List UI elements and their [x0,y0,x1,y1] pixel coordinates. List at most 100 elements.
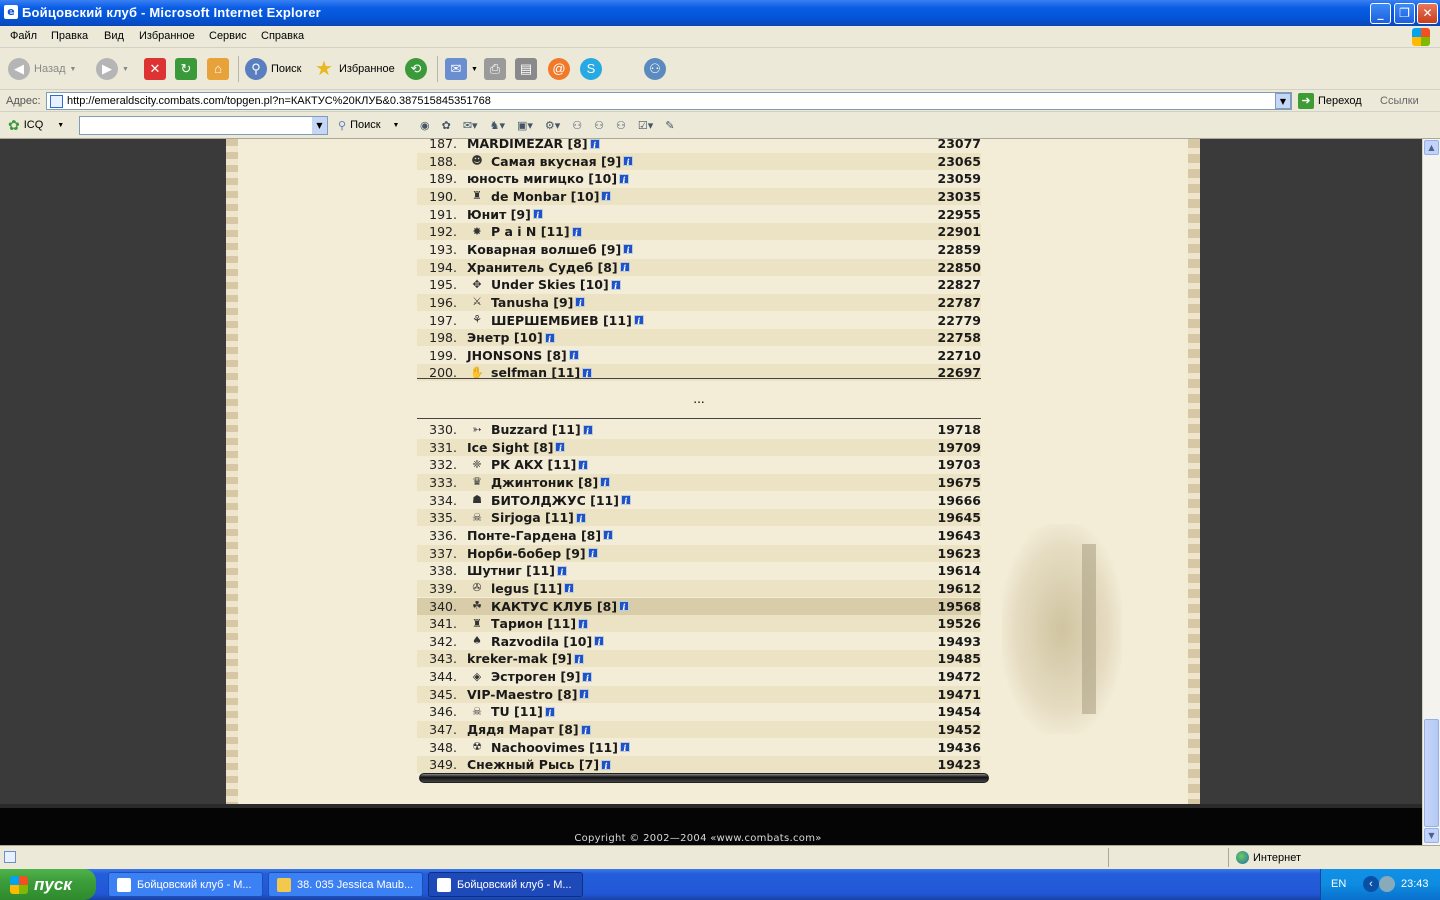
clan-name[interactable]: PK AKX [11] [491,457,576,472]
info-icon[interactable]: i [619,173,630,185]
info-icon[interactable]: i [623,244,634,255]
clan-name[interactable]: Энетр [10] [467,330,543,345]
info-icon[interactable]: i [600,477,611,488]
icq-button[interactable]: ✿ ICQ ▼ [8,116,64,134]
print-button[interactable]: ⎙ [484,56,506,82]
home-button[interactable]: ⌂ [207,56,229,82]
info-icon[interactable]: i [568,350,579,361]
icq-search-button[interactable]: ⚲ Поиск ▼ [338,116,399,134]
info-icon[interactable]: i [619,262,630,273]
clan-name[interactable]: TU [11] [491,704,543,719]
user-add-icon[interactable]: ⚇ [572,119,582,132]
tools-icon[interactable]: ⚙▾ [545,119,560,132]
info-icon[interactable]: i [619,742,630,753]
stop-button[interactable]: ✕ [144,56,166,82]
info-icon[interactable]: i [544,706,555,718]
clan-name[interactable]: Under Skies [10] [491,277,609,292]
maximize-button[interactable]: ❐ [1394,3,1415,24]
clan-name[interactable]: Понте-Гардена [8] [467,528,601,543]
info-icon[interactable]: i [623,156,634,167]
messenger-button[interactable]: @ [548,56,570,82]
info-icon[interactable]: i [620,495,631,506]
clan-name[interactable]: P a i N [11] [491,224,570,239]
clan-name[interactable]: БИТОЛДЖУС [11] [491,493,619,508]
vertical-scrollbar[interactable]: ▲ ▼ [1422,139,1440,845]
clan-name[interactable]: Tanusha [9] [491,295,573,310]
clan-name[interactable]: Шутниг [11] [467,563,555,578]
scroll-down-arrow[interactable]: ▼ [1424,828,1439,843]
clan-name[interactable]: Дядя Марат [8] [467,722,579,737]
info-icon[interactable]: i [619,601,630,612]
pin-icon[interactable]: ✎ [665,119,674,132]
language-indicator[interactable]: EN [1331,878,1346,890]
clan-name[interactable]: Юнит [9] [467,207,531,222]
info-icon[interactable]: i [601,191,612,202]
clan-name[interactable]: Норби-бобер [9] [467,546,586,561]
clan-name[interactable]: Razvodila [10] [491,634,592,649]
task-button-document[interactable]: 38. 035 Jessica Maub... [268,872,423,897]
task-button-browser-2[interactable]: Бойцовский клуб - M... [428,872,583,897]
forward-button[interactable]: ▶ ▼ [96,56,129,82]
menu-help[interactable]: Справка [261,30,304,42]
info-icon[interactable]: i [556,565,567,577]
menu-edit[interactable]: Правка [51,30,88,42]
info-icon[interactable]: i [564,583,575,594]
refresh-button[interactable]: ↻ [175,56,197,82]
clan-name[interactable]: Эстроген [9] [491,669,580,684]
links-button[interactable]: Ссылки [1380,95,1419,107]
edit-button[interactable]: ▤ [515,56,537,82]
clan-name[interactable]: ШЕРШЕМБИЕВ [11] [491,313,632,328]
address-input[interactable]: http://emeraldscity.combats.com/topgen.p… [46,92,1292,110]
user-search-icon[interactable]: ⚇ [616,119,626,132]
clan-name[interactable]: КАКТУС КЛУБ [8] [491,599,617,614]
skype-button[interactable]: S [580,56,602,82]
chat-icon[interactable]: ✉▾ [463,119,478,132]
info-icon[interactable]: i [610,279,621,291]
close-button[interactable]: ✕ [1417,3,1438,24]
info-icon[interactable]: i [601,759,612,771]
clan-name[interactable]: MARDIMEZAR [8] [467,139,588,151]
clan-name[interactable]: Sirjoga [11] [491,510,574,525]
back-button[interactable]: ◀ Назад ▼ [8,56,76,82]
gift-icon[interactable]: ▣▾ [517,119,533,132]
scroll-up-arrow[interactable]: ▲ [1424,140,1439,155]
info-icon[interactable]: i [544,332,555,344]
info-icon[interactable]: i [532,209,543,220]
info-icon[interactable]: i [587,548,598,559]
info-icon[interactable]: i [582,424,593,436]
clan-name[interactable]: Ice Sight [8] [467,440,553,455]
search-button[interactable]: ⚲ Поиск [245,56,301,82]
info-icon[interactable]: i [575,297,586,308]
clan-name[interactable]: Самая вкусная [9] [491,154,621,169]
minimize-button[interactable]: _ [1370,3,1391,24]
icq-status-icon[interactable]: ✿ [442,119,451,132]
info-icon[interactable]: i [633,315,644,326]
clan-name[interactable]: Тарион [11] [491,616,576,631]
favorites-button[interactable]: ★ Избранное [313,56,395,82]
clan-name[interactable]: юность мигицко [10] [467,171,617,186]
clan-name[interactable]: legus [11] [491,581,562,596]
clan-name[interactable]: Buzzard [11] [491,422,581,437]
network-icon[interactable] [1379,876,1395,892]
clan-name[interactable]: VIP-Maestro [8] [467,687,577,702]
info-icon[interactable]: i [594,636,605,647]
clan-name[interactable]: Коварная волшеб [9] [467,242,621,257]
clan-name[interactable]: Снежный Рысь [7] [467,757,599,772]
info-icon[interactable]: i [555,442,566,453]
info-icon[interactable]: i [571,226,582,238]
menu-favorites[interactable]: Избранное [139,30,195,42]
clan-name[interactable]: kreker-mak [9] [467,651,572,666]
menu-view[interactable]: Вид [104,30,124,42]
info-icon[interactable]: i [580,724,591,736]
check-icon[interactable]: ☑▾ [638,119,653,132]
games-icon[interactable]: ♞▾ [490,119,505,132]
icq-search-input[interactable]: ▼ [79,116,328,135]
info-icon[interactable]: i [578,459,589,471]
users-icon[interactable]: ⚇ [594,119,604,132]
menu-tools[interactable]: Сервис [209,30,247,42]
info-icon[interactable]: i [578,618,589,630]
clan-name[interactable]: JHONSONS [8] [467,348,567,363]
clan-name[interactable]: Хранитель Судеб [8] [467,260,618,275]
tray-arrow-icon[interactable]: ‹ [1363,876,1379,892]
mail-button[interactable]: ✉ ▼ [445,56,478,82]
